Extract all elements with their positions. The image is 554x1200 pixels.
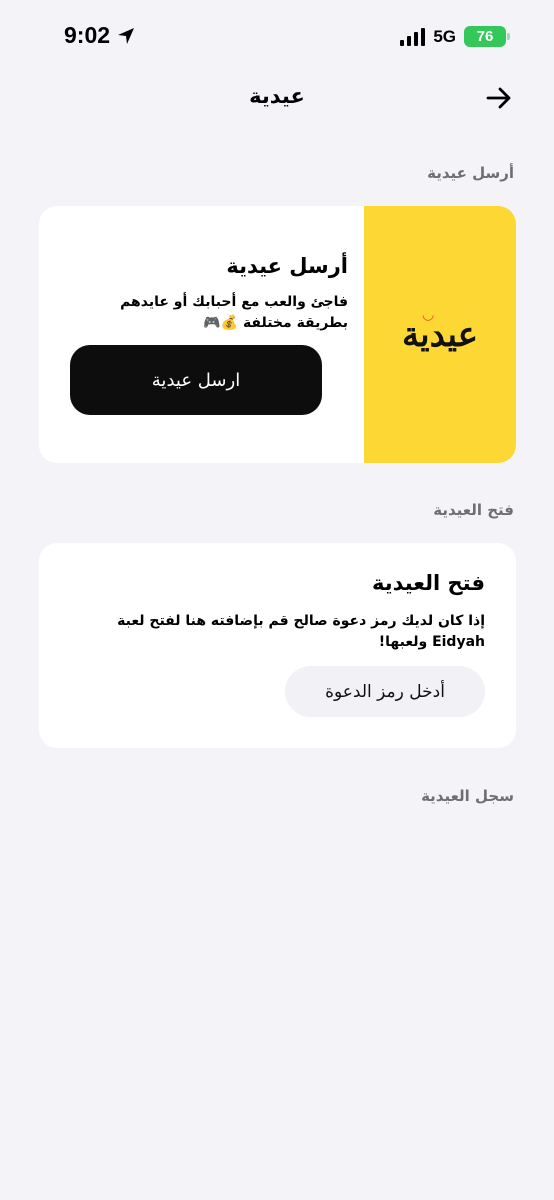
send-eidiya-button[interactable]: ارسل عيدية (70, 345, 322, 415)
battery-level: 76 (476, 28, 494, 45)
status-bar: 9:02 5G 76 (0, 0, 554, 76)
location-arrow-icon (118, 27, 135, 44)
section-label-history: سجل العيدية (421, 787, 514, 805)
brand-smile-icon: ◡ (421, 306, 435, 323)
arrow-right-icon (486, 87, 511, 109)
time-text: 9:02 (64, 22, 111, 48)
section-label-open: فتح العيدية (433, 501, 514, 519)
brand-logo-text: عيدية (401, 314, 479, 355)
cellular-signal-icon (400, 27, 426, 46)
battery-icon: 76 (464, 26, 510, 47)
navigation-bar: عيدية (0, 76, 554, 120)
status-time: 9:02 (64, 22, 136, 49)
open-eidiya-card: فتح العيدية إذا كان لديك رمز دعوة صالح ق… (39, 543, 516, 748)
enter-invite-code-button[interactable]: أدخل رمز الدعوة (285, 666, 485, 717)
back-button[interactable] (482, 84, 516, 112)
open-card-description: إذا كان لديك رمز دعوة صالح قم بإضافته هن… (117, 613, 485, 650)
status-indicators: 5G 76 (400, 26, 510, 47)
send-eidiya-card: عيدية ◡ أرسل عيدية فاجئ والعب مع أحبابك … (39, 206, 516, 463)
brand-logo: عيدية ◡ (401, 307, 479, 355)
open-card-title: فتح العيدية (371, 571, 485, 595)
page-title: عيدية (249, 84, 305, 108)
send-card-title: أرسل عيدية (226, 254, 348, 278)
send-card-description: فاجئ والعب مع أحبابك أو عايدهم بطريقة مخ… (120, 294, 348, 331)
network-type: 5G (433, 26, 456, 46)
section-label-send: أرسل عيدية (427, 164, 514, 182)
brand-panel: عيدية ◡ (364, 206, 516, 463)
